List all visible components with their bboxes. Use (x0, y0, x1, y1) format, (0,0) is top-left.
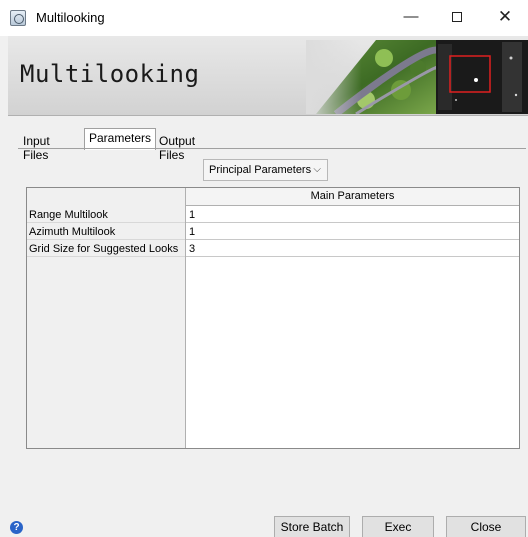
parameter-set-dropdown[interactable]: Principal Parameters ⌵ (203, 159, 328, 181)
row-label-azimuth-multilook: Azimuth Multilook (27, 224, 185, 240)
grid-size-field[interactable]: 3 (186, 241, 519, 257)
row-label-range-multilook: Range Multilook (27, 207, 185, 223)
help-icon[interactable]: ? (10, 521, 23, 534)
maximize-icon (452, 12, 462, 22)
app-window-icon (10, 10, 26, 26)
tab-output-files[interactable]: Output Files (154, 131, 200, 162)
banner-title: Multilooking (20, 60, 200, 88)
header-banner: Multilooking (8, 36, 528, 116)
tab-parameters[interactable]: Parameters (84, 128, 157, 150)
chevron-down-icon: ⌵ (313, 164, 321, 175)
table-header: Main Parameters (186, 188, 519, 206)
minimize-button[interactable]: — (388, 0, 434, 36)
range-multilook-field[interactable]: 1 (186, 207, 519, 223)
row-label-grid-size: Grid Size for Suggested Looks (27, 241, 185, 257)
maximize-button[interactable] (434, 0, 480, 36)
tab-input-files[interactable]: Input Files (18, 131, 55, 162)
azimuth-multilook-field[interactable]: 1 (186, 224, 519, 240)
close-button[interactable]: Close (446, 516, 526, 537)
close-window-button[interactable]: ✕ (482, 0, 528, 36)
satellite-imagery-icon (306, 40, 528, 114)
title-bar: Multilooking — ✕ (0, 0, 528, 36)
dropdown-selected-value: Principal Parameters (209, 164, 312, 176)
window-title: Multilooking (36, 10, 105, 25)
parameter-table: Main Parameters Range Multilook 1 Azimut… (26, 187, 520, 449)
exec-button[interactable]: Exec (362, 516, 434, 537)
store-batch-button[interactable]: Store Batch (274, 516, 350, 537)
